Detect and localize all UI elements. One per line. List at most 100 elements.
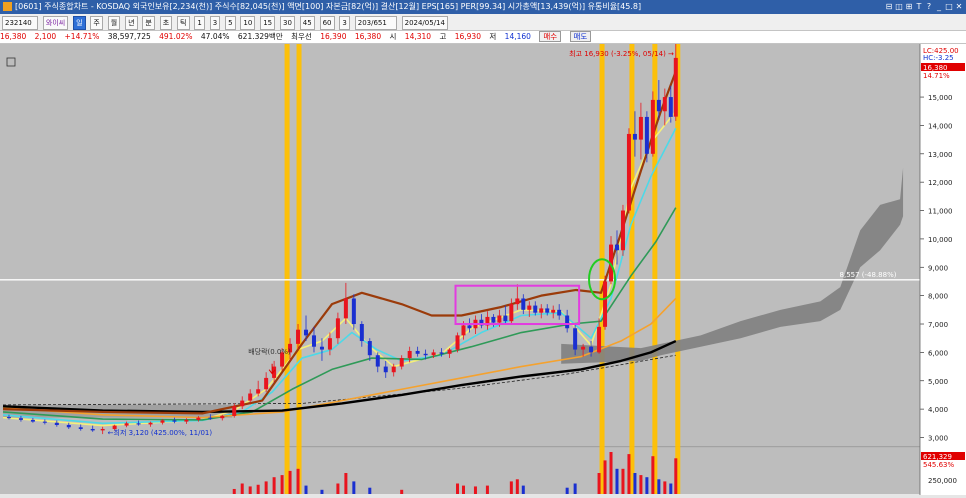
volume-bar [368,487,372,494]
candle-body [589,346,594,353]
stock-name-label: 와이씨 [42,16,69,30]
volume-bar [232,488,236,494]
candle-body [455,335,460,350]
period-tick-button[interactable]: 틱 [177,16,190,30]
close-icon[interactable]: ✕ [954,0,964,14]
period-second-button[interactable]: 초 [159,16,173,30]
tile-icon[interactable]: ◫ [894,0,904,14]
volume-bar [565,487,569,494]
candle-body [335,318,340,339]
y-tick-label: 10,000 [928,236,953,244]
chart-area[interactable]: 8,557 (-48.88%) 3,000 4,000 5,000 6,000 7,000… [0,42,966,495]
low-annotation: ←최저 3,120 (425.00%, 11/01) [108,428,213,437]
candle-body [573,328,578,350]
count-select[interactable]: 3 [339,16,350,30]
candle-body [220,415,225,419]
y-tick-label: 7,000 [928,321,948,329]
current-pct-label: 14.71% [923,72,950,80]
candle-body [581,346,586,350]
candle-body [447,349,452,354]
period-month-button[interactable]: 월 [107,16,121,30]
y-tick-label: 15,000 [928,94,953,102]
candle-body [545,308,550,313]
interval-15-button[interactable]: 15 [260,16,276,30]
candle-body [30,419,35,422]
highlight-band [296,44,302,494]
maximize-icon[interactable]: □ [944,0,954,14]
price-chart[interactable]: 8,557 (-48.88%) 3,000 4,000 5,000 6,000 7,000… [0,42,966,495]
volume-bar [272,477,276,494]
period-minute-button[interactable]: 분 [142,16,155,30]
period-year-button[interactable]: 년 [125,16,138,30]
candle-body [42,421,47,423]
candle-body [296,329,301,344]
trade-volume: 38,597,725 [107,32,151,41]
volume-bar [509,481,513,494]
buy-button[interactable]: 매수 [539,31,562,42]
volume-bar [609,452,613,494]
candle-body [503,315,508,322]
volume-bar [352,481,356,494]
highlight-band [599,44,605,494]
volume-bar [280,475,284,494]
candle-body [533,305,538,313]
volume-bar [633,473,637,494]
volume-amount-label: 621,329 [923,453,952,461]
period-week-button[interactable]: 주 [90,16,103,30]
candle-body [391,366,396,373]
volume-bar [240,483,244,494]
current-price: 16,380 [0,32,27,41]
bar-count-field[interactable]: 203/651 [354,16,397,30]
help-icon[interactable]: ? [924,0,934,14]
interval-3-button[interactable]: 3 [209,16,221,30]
candle-body [240,400,245,407]
candle-body [632,133,637,140]
volume-ratio: 491.02% [159,32,193,41]
volume-bar [645,477,649,494]
y-tick-label: 9,000 [928,264,948,272]
volume-bar [400,489,404,494]
volume-bar [515,479,519,494]
volume-bar [296,468,300,494]
layout-icon[interactable]: ⊟ [884,0,894,14]
volume-tick-label: 250,000 [928,477,957,485]
interval-30-button[interactable]: 30 [280,16,295,30]
low-price: 14,160 [504,32,531,41]
y-tick-label: 8,000 [928,293,948,301]
interval-60-button[interactable]: 60 [319,16,335,30]
interval-10-button[interactable]: 10 [240,16,256,30]
candle-body [626,133,631,211]
y-tick-label: 13,000 [928,151,953,159]
date-field[interactable]: 2024/05/14 [401,16,448,30]
interval-5-button[interactable]: 5 [225,16,236,30]
candle-body [264,377,269,390]
y-tick-label: 5,000 [928,378,948,386]
period-day-button[interactable]: 일 [73,16,86,30]
interval-1-button[interactable]: 1 [194,16,205,30]
candle-body [208,417,213,419]
interval-45-button[interactable]: 45 [299,16,315,30]
candle-body [439,352,444,354]
y-tick-label: 11,000 [928,208,953,216]
candle-body [90,428,95,431]
volume-bar [639,475,643,494]
dividend-annotation: 배당락(0.0%) [248,347,291,356]
candle-body [319,346,324,350]
candle-body [136,423,141,425]
price-change: 2,100 [34,32,57,41]
split-icon[interactable]: ⊞ [904,0,914,14]
candle-body [407,350,412,359]
candle-body [650,99,655,154]
stock-code-input[interactable]: 232140 [2,16,38,30]
bid-price: 16,390 [320,32,347,41]
candle-body [673,57,678,117]
text-icon[interactable]: T [914,0,924,14]
volume-bar [473,486,477,494]
y-tick-label: 14,000 [928,122,953,130]
high-annotation: 최고 16,930 (-3.25%, 05/14) → [569,49,674,58]
window-titlebar: [0601] 주식종합차트 - KOSDAQ 외국인보유[2,234(천)] 주… [0,0,966,14]
sell-button[interactable]: 매도 [569,31,592,42]
minimize-icon[interactable]: _ [934,0,944,14]
candle-body [461,325,466,336]
candle-body [551,309,556,313]
